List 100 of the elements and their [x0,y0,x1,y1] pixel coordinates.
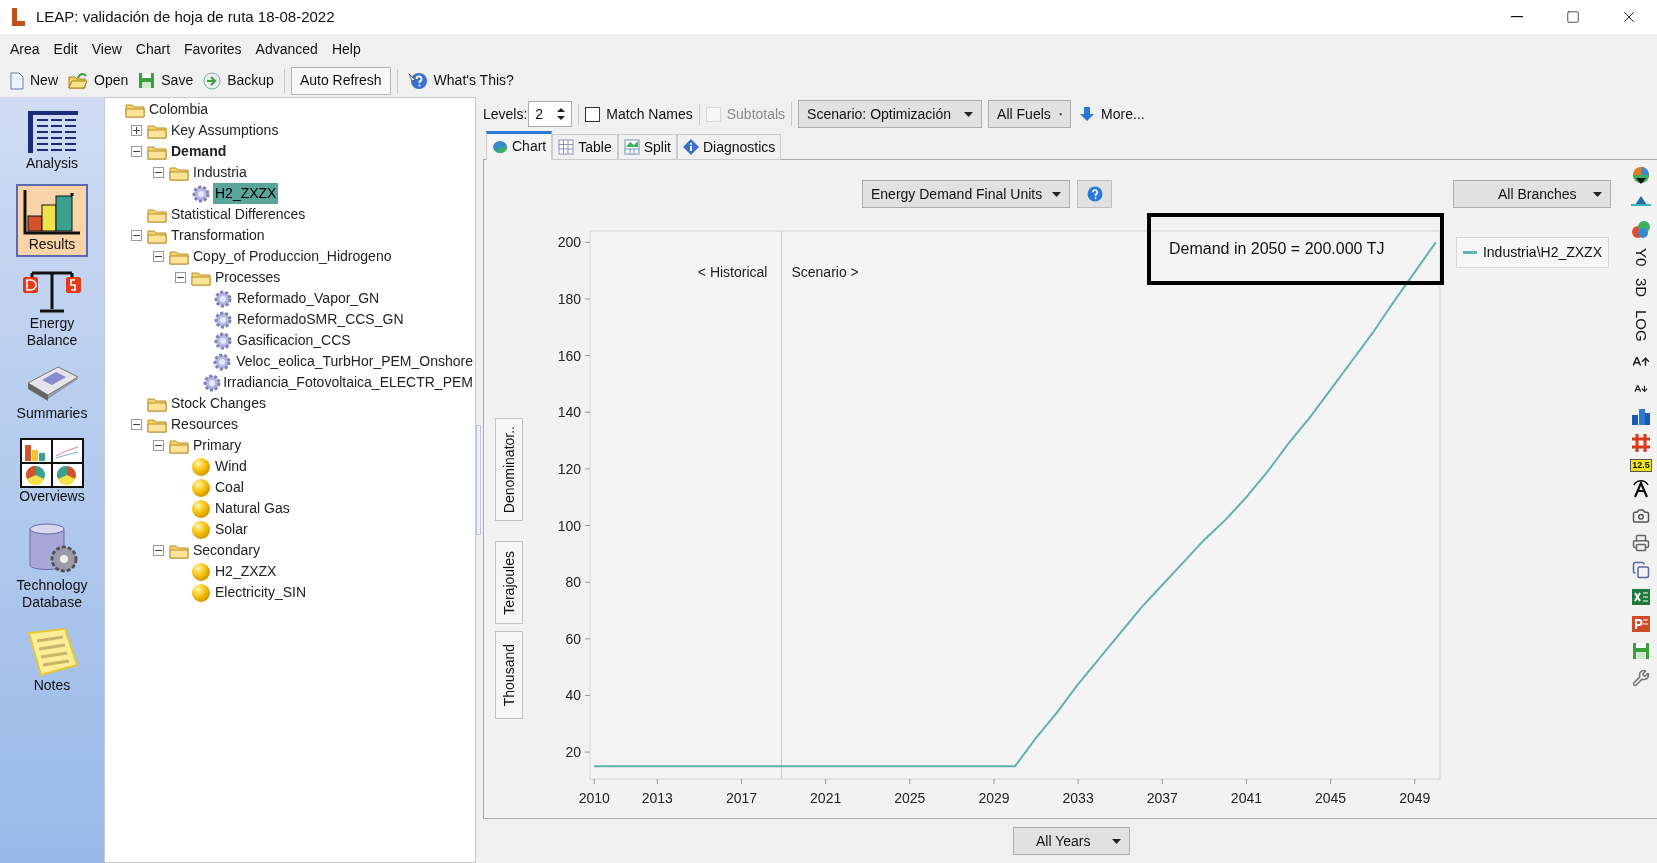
auto-refresh-toggle[interactable]: Auto Refresh [290,66,391,95]
levels-spinner[interactable]: 2 [528,101,573,127]
menu-item[interactable]: Edit [46,38,85,60]
tree-item[interactable]: Statistical Differences [169,204,308,225]
slides-icon[interactable] [1631,613,1651,634]
menu-item[interactable]: Chart [128,38,178,60]
tree-item[interactable]: Irradiancia_Fotovoltaica_ELECTR_PEM [221,372,475,393]
expand-toggle[interactable] [131,125,142,136]
menu-item[interactable]: Area [3,38,47,60]
collapse-toggle[interactable] [175,272,186,283]
tree-item[interactable]: Industria [191,162,249,183]
tab[interactable]: Table [552,134,618,160]
pie-chart-icon [1631,165,1651,186]
menu-item[interactable]: View [84,38,129,60]
minus-icon [155,169,162,176]
x-tick-label: 2013 [641,790,674,806]
camera-icon[interactable] [1632,506,1650,525]
axis-unit-button[interactable]: Denominator.. [495,418,523,521]
tree-item[interactable]: Colombia [147,99,211,120]
tab[interactable]: Split [617,134,677,160]
toolbar-button[interactable]: Save [134,66,198,95]
view-button[interactable]: Notes [16,623,88,698]
branches-dropdown[interactable]: All Branches [1453,180,1611,208]
y-tick-label: 160 [557,347,582,364]
tree-item[interactable]: Copy_of Produccion_Hidrogeno [191,246,394,267]
tree-item[interactable]: Veloc_eolica_TurbHor_PEM_Onshore [234,351,475,372]
toolbar-button[interactable]: Backup [199,66,278,95]
tree-item[interactable]: Resources [169,414,240,435]
tree-item[interactable]: Stock Changes [169,393,268,414]
tree-item[interactable]: Solar [213,519,250,540]
view-button[interactable]: Energy Balance [16,265,88,353]
spinner-arrows-icon[interactable] [557,107,566,121]
gear-icon [213,352,232,371]
more-button[interactable]: More... [1077,100,1147,128]
menu-item[interactable]: Favorites [177,38,249,60]
menu-item[interactable]: Advanced [248,38,325,60]
x-tick-label: 2041 [1230,790,1263,806]
tree-item[interactable]: Gasificacion_CCS [235,330,353,351]
axis-unit-button[interactable]: Thousand [495,631,523,719]
folder-icon [169,542,189,559]
fuels-dropdown[interactable]: All Fuels [988,100,1072,128]
collapse-toggle[interactable] [131,419,142,430]
y-tick: 140 [557,404,591,421]
copy-icon[interactable] [1632,560,1650,579]
axis-unit-button[interactable]: Terajoules [495,541,523,624]
checkbox[interactable]: Match Names [578,103,693,125]
caret-icon [1112,838,1121,844]
view-button[interactable]: Overviews [16,434,88,509]
tree-item[interactable]: Coal [213,477,246,498]
toolbar-button[interactable]: What's This? [403,66,518,95]
caret-icon [1058,111,1063,117]
chart-option-button[interactable]: 3D [1633,276,1649,302]
view-button[interactable]: Analysis [16,105,88,176]
tree-item[interactable]: Transformation [169,225,267,246]
collapse-toggle[interactable] [131,230,142,241]
tree-item[interactable]: H2_ZXZX [213,183,279,204]
years-dropdown[interactable]: All Years [1013,827,1130,855]
arrow-down-icon [1079,106,1096,122]
collapse-toggle[interactable] [153,545,164,556]
tree-item[interactable]: Wind [213,456,249,477]
tree-item[interactable]: Secondary [191,540,262,561]
tab[interactable]: Chart [486,131,553,160]
tree-item[interactable]: H2_ZXZX [213,561,279,582]
tree-item[interactable]: Key Assumptions [169,120,281,141]
tree-item[interactable]: Demand [169,141,229,162]
collapse-toggle[interactable] [153,440,164,451]
tree-item[interactable]: Processes [213,267,283,288]
help-button[interactable] [1077,180,1112,208]
x-tick-label: 2025 [894,790,926,806]
wrench-icon[interactable] [1632,668,1650,687]
toolbar-button[interactable]: Open [64,66,133,95]
collapse-toggle[interactable] [131,146,142,157]
view-button[interactable]: Technology Database [16,517,88,615]
chart-option-button[interactable]: Y0 [1633,246,1649,271]
scenario-dropdown[interactable]: Scenario: Optimización [798,100,983,128]
menu-item[interactable]: Help [324,38,368,60]
folder-icon [125,101,145,118]
spreadsheet-icon[interactable] [1631,586,1651,607]
tree-item[interactable]: ReformadoSMR_CCS_GN [235,309,406,330]
dashboard-icon [20,438,84,488]
sphere-icon [191,477,211,498]
collapse-toggle[interactable] [153,251,164,262]
tree-item[interactable]: Electricity_SIN [213,582,309,603]
chart-option-button[interactable]: LOG [1633,307,1649,346]
scenario-label: Scenario > [791,264,859,280]
variable-dropdown[interactable]: Energy Demand Final Units [862,180,1070,208]
tree-item[interactable]: Natural Gas [213,498,292,519]
value-labels-button[interactable]: 12.5 [1630,459,1652,473]
view-button[interactable]: Results [16,184,88,257]
tab[interactable]: Diagnostics [676,134,782,160]
toolbar-button[interactable]: New [6,66,62,95]
minus-icon [133,232,140,239]
folder-open-icon [68,71,88,90]
tree-item[interactable]: Primary [191,435,244,456]
view-button[interactable]: Summaries [16,361,88,426]
printer-icon[interactable] [1632,533,1650,552]
collapse-toggle[interactable] [153,167,164,178]
caret-icon [1052,191,1061,197]
splitter-handle[interactable] [476,425,481,535]
tree-item[interactable]: Reformado_Vapor_GN [235,288,382,309]
